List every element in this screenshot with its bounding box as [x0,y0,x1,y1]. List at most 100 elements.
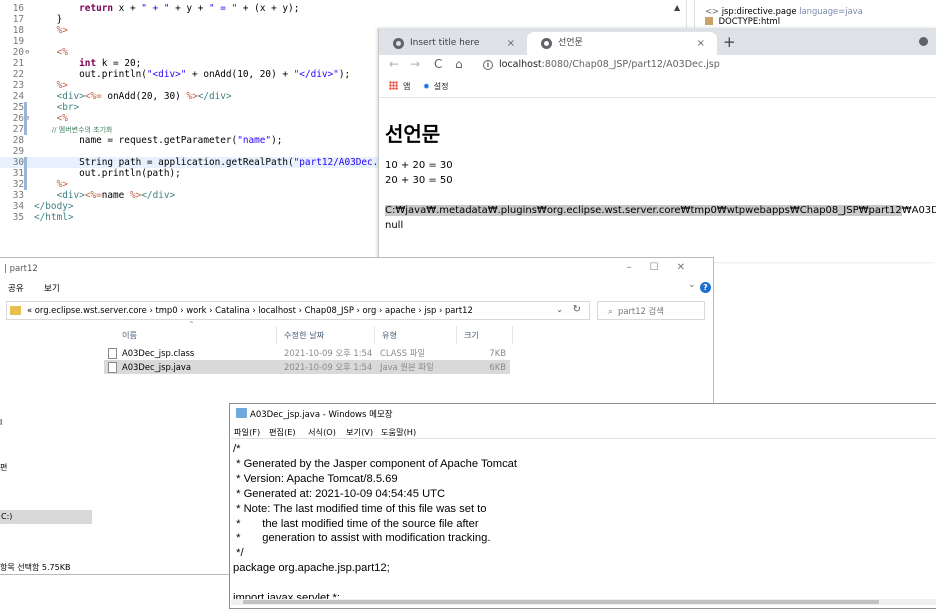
line-number: 33 [12,190,24,201]
close-tab-icon[interactable]: × [507,32,515,55]
tab-insert-title[interactable]: Insert title here × [379,32,527,55]
nav-pane-item[interactable]: 편 [0,462,7,473]
change-marker [24,113,27,124]
code-text: out.println("<div>" + onAdd(10, 20) + "<… [34,69,350,80]
column-divider[interactable] [276,326,277,344]
outline-directive-label: jsp:directive.page [721,6,797,16]
line-number: 35 [12,212,24,223]
fold-toggle-icon[interactable]: ⊖ [25,47,29,58]
file-name: A03Dec_jsp.class [122,348,195,358]
code-token: + y + [169,3,210,14]
file-row[interactable]: A03Dec_jsp.java 2021-10-09 오후 1:54 Java … [104,360,510,374]
menu-edit[interactable]: 편집(E) [269,426,296,438]
line-number: 19 [12,36,24,47]
tab-title: 선언문 [558,38,583,48]
column-header-name[interactable]: 이름 [122,329,137,341]
code-token: x + [113,3,142,14]
column-divider[interactable] [512,326,513,344]
line-number: 32 [12,179,24,190]
menu-file[interactable]: 파일(F) [234,426,260,438]
chevron-down-icon[interactable]: ⌄ [556,305,563,314]
code-text: <br> [34,102,80,113]
menu-share[interactable]: 공유 [8,282,24,294]
real-path-rest: ₩A03Dec.jsp [901,205,936,216]
browser-window: Insert title here × 선언문 × + ← → C ⌂ i lo… [378,28,936,262]
code-token: ); [271,135,283,146]
globe-icon [393,38,404,49]
line-number: 29 [12,146,24,157]
code-token: } [34,14,63,25]
scroll-up-icon[interactable]: ▲ [674,3,680,12]
code-line[interactable]: 30 String path = application.getRealPath… [0,157,401,168]
column-header-type[interactable]: 유형 [382,329,397,341]
nav-pane-item[interactable]: l [0,418,2,427]
forward-icon[interactable]: → [410,57,420,71]
refresh-icon[interactable]: ↻ [573,304,581,315]
close-tab-icon[interactable]: × [697,32,705,55]
info-icon[interactable]: i [483,60,493,70]
change-marker [24,102,27,113]
notepad-text-area[interactable]: /* * Generated by the Jasper component o… [231,438,936,608]
nav-pane-item-selected[interactable]: C:) [0,510,92,524]
back-icon[interactable]: ← [389,57,399,71]
page-heading: 선언문 [385,122,441,146]
reload-icon[interactable]: C [434,57,442,71]
page-content: 선언문 10 + 20 = 30 20 + 30 = 50 C:₩java₩.m… [379,98,936,262]
sum-line-2: 20 + 30 = 50 [385,175,453,186]
file-name: A03Dec_jsp.java [122,362,191,372]
chevron-down-icon[interactable]: ⌄ [688,280,696,290]
address-bar[interactable]: localhost:8080/Chap08_JSP/part12/A03Dec.… [499,59,720,70]
outline-item-doctype[interactable]: DOCTYPE:html [705,16,780,27]
code-token: </div> [197,91,232,102]
notepad-icon [236,408,247,418]
apps-grid-icon [389,81,398,90]
scrollbar-thumb[interactable] [243,600,879,604]
column-header-date[interactable]: 수정한 날짜 [284,329,324,341]
text-line: * the last modified time of the source f… [233,517,479,530]
column-divider[interactable] [374,326,375,344]
code-token: <% [34,113,68,124]
address-bar[interactable]: « org.eclipse.wst.server.core › tmp0 › w… [6,301,590,320]
code-text: } [34,14,63,25]
code-token: %> [34,179,68,190]
bookmark-settings[interactable]: ✹ 설정 [423,81,448,92]
change-marker [24,124,27,135]
new-tab-button[interactable]: + [723,33,736,51]
gear-icon: ✹ [423,82,430,91]
help-icon[interactable]: ? [700,282,711,293]
code-token: name [101,190,130,201]
line-number: 18 [12,25,24,36]
home-icon[interactable]: ⌂ [455,57,463,71]
column-header-size[interactable]: 크기 [464,329,479,341]
search-input[interactable]: ⌕ part12 검색 [597,301,705,320]
line-number: 23 [12,80,24,91]
tab-search-icon[interactable] [919,37,928,46]
menu-format[interactable]: 서식(O) [308,426,336,438]
menu-view[interactable]: 보기 [44,282,60,294]
folder-icon [10,306,21,315]
real-path-selected: C:₩java₩.metadata₩.plugins₩org.eclipse.w… [385,205,902,216]
minimize-icon[interactable]: – [627,262,650,273]
close-icon[interactable]: ✕ [677,262,703,273]
code-token: " = " [209,3,238,14]
line-number: 26 [12,113,24,124]
code-text: return x + " + " + y + " = " + (x + y); [34,3,299,14]
horizontal-scrollbar[interactable] [231,599,936,605]
code-token: return [79,3,114,14]
column-divider[interactable] [456,326,457,344]
file-row[interactable]: A03Dec_jsp.class 2021-10-09 오후 1:54 CLAS… [104,346,510,360]
code-text: <% [34,113,68,124]
line-number: 27 [12,124,24,135]
line-number: 17 [12,14,24,25]
menu-help[interactable]: 도움말(H) [381,426,416,438]
bookmarks-bar: 앱 ✹ 설정 [379,78,936,98]
outline-panel: <> jsp:directive.page language=java DOCT… [694,0,936,30]
bookmark-settings-label: 설정 [433,82,449,91]
text-line: /* [233,443,241,455]
tab-declaration[interactable]: 선언문 × [527,32,717,55]
menu-view[interactable]: 보기(V) [346,426,373,438]
bookmark-apps[interactable]: 앱 [389,81,410,92]
code-token: onAdd(20, 30) [101,91,187,102]
maximize-icon[interactable]: ☐ [650,262,677,273]
